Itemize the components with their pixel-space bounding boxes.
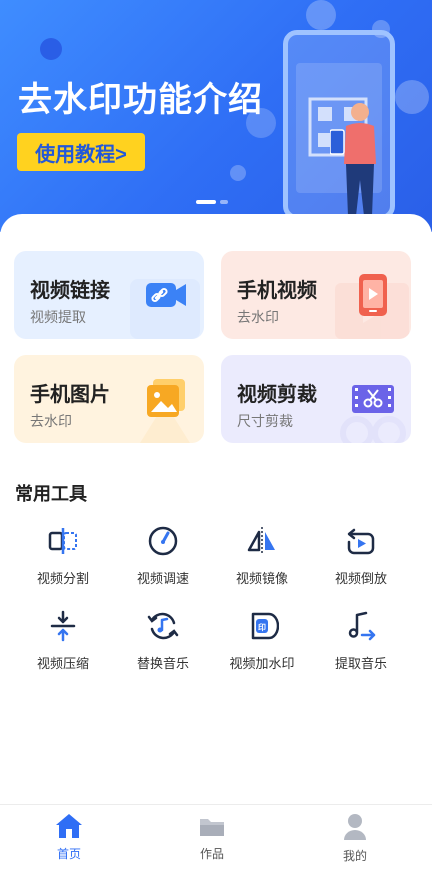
tool-video-split[interactable]: 视频分割 [13,524,113,587]
nav-label: 我的 [342,849,367,863]
tool-label: 视频分割 [36,572,89,587]
tool-label: 视频调速 [136,572,189,587]
home-icon [56,814,82,838]
card-title: 视频剪裁 [237,382,317,406]
carousel-dot-active[interactable] [196,200,216,204]
compress-icon [50,610,76,642]
card-title: 手机图片 [30,382,110,406]
card-title: 视频链接 [30,278,110,302]
tool-label: 视频加水印 [229,657,295,672]
section-title-tools: 常用工具 [15,484,87,505]
nav-label: 作品 [199,847,224,861]
card-subtitle: 视频提取 [30,310,86,326]
decor-bubble [230,165,246,181]
folder-icon [200,819,224,836]
tutorial-button[interactable]: 使用教程> [17,133,145,171]
carousel-indicator [196,200,228,204]
tool-video-compress[interactable]: 视频压缩 [13,609,113,672]
person-illustration [330,103,376,216]
tool-label: 视频倒放 [334,572,387,587]
tool-label: 替换音乐 [136,657,189,672]
nav-item-profile[interactable]: 我的 [315,813,395,864]
banner-title: 去水印功能介绍 [18,80,263,120]
tool-label: 提取音乐 [334,657,387,672]
phone-video-icon [359,274,387,316]
tool-label: 视频压缩 [36,657,89,672]
card-phone-video[interactable]: 手机视频 去水印 [221,251,411,339]
nav-item-home[interactable]: 首页 [29,813,109,862]
tool-add-watermark[interactable]: 印 视频加水印 [212,609,312,672]
tool-replace-music[interactable]: 替换音乐 [113,609,213,672]
speed-icon [148,526,178,556]
card-subtitle: 去水印 [30,414,72,430]
extract-music-icon [348,611,376,641]
card-video-crop[interactable]: 视频剪裁 尺寸剪裁 [221,355,411,443]
tool-label: 视频镜像 [235,572,288,587]
tool-video-reverse[interactable]: 视频倒放 [311,524,411,587]
nav-item-works[interactable]: 作品 [172,813,252,862]
bottom-nav: 首页 作品 我的 [0,804,432,887]
carousel-dot[interactable] [220,200,228,204]
card-subtitle: 去水印 [237,310,279,326]
add-watermark-icon: 印 [251,612,279,640]
video-link-icon [146,283,186,307]
decor-bubble [395,80,429,114]
split-icon [48,528,77,554]
profile-icon [344,814,366,840]
card-title: 手机视频 [237,278,317,302]
mirror-icon [247,527,275,555]
replace-music-icon [147,612,179,640]
phone-image-icon [147,379,185,417]
nav-label: 首页 [56,847,81,861]
reverse-icon [347,528,375,555]
decor-bubble [40,38,62,60]
tool-extract-music[interactable]: 提取音乐 [311,609,411,672]
card-subtitle: 尺寸剪裁 [237,414,293,430]
decor-bubble [306,0,336,30]
card-phone-image[interactable]: 手机图片 去水印 [14,355,204,443]
svg-text:印: 印 [258,622,266,632]
promo-banner[interactable]: 去水印功能介绍 使用教程> [0,0,432,232]
video-crop-icon [352,385,394,413]
tool-video-mirror[interactable]: 视频镜像 [212,524,312,587]
card-video-link[interactable]: 视频链接 视频提取 [14,251,204,339]
tool-video-speed[interactable]: 视频调速 [113,524,213,587]
